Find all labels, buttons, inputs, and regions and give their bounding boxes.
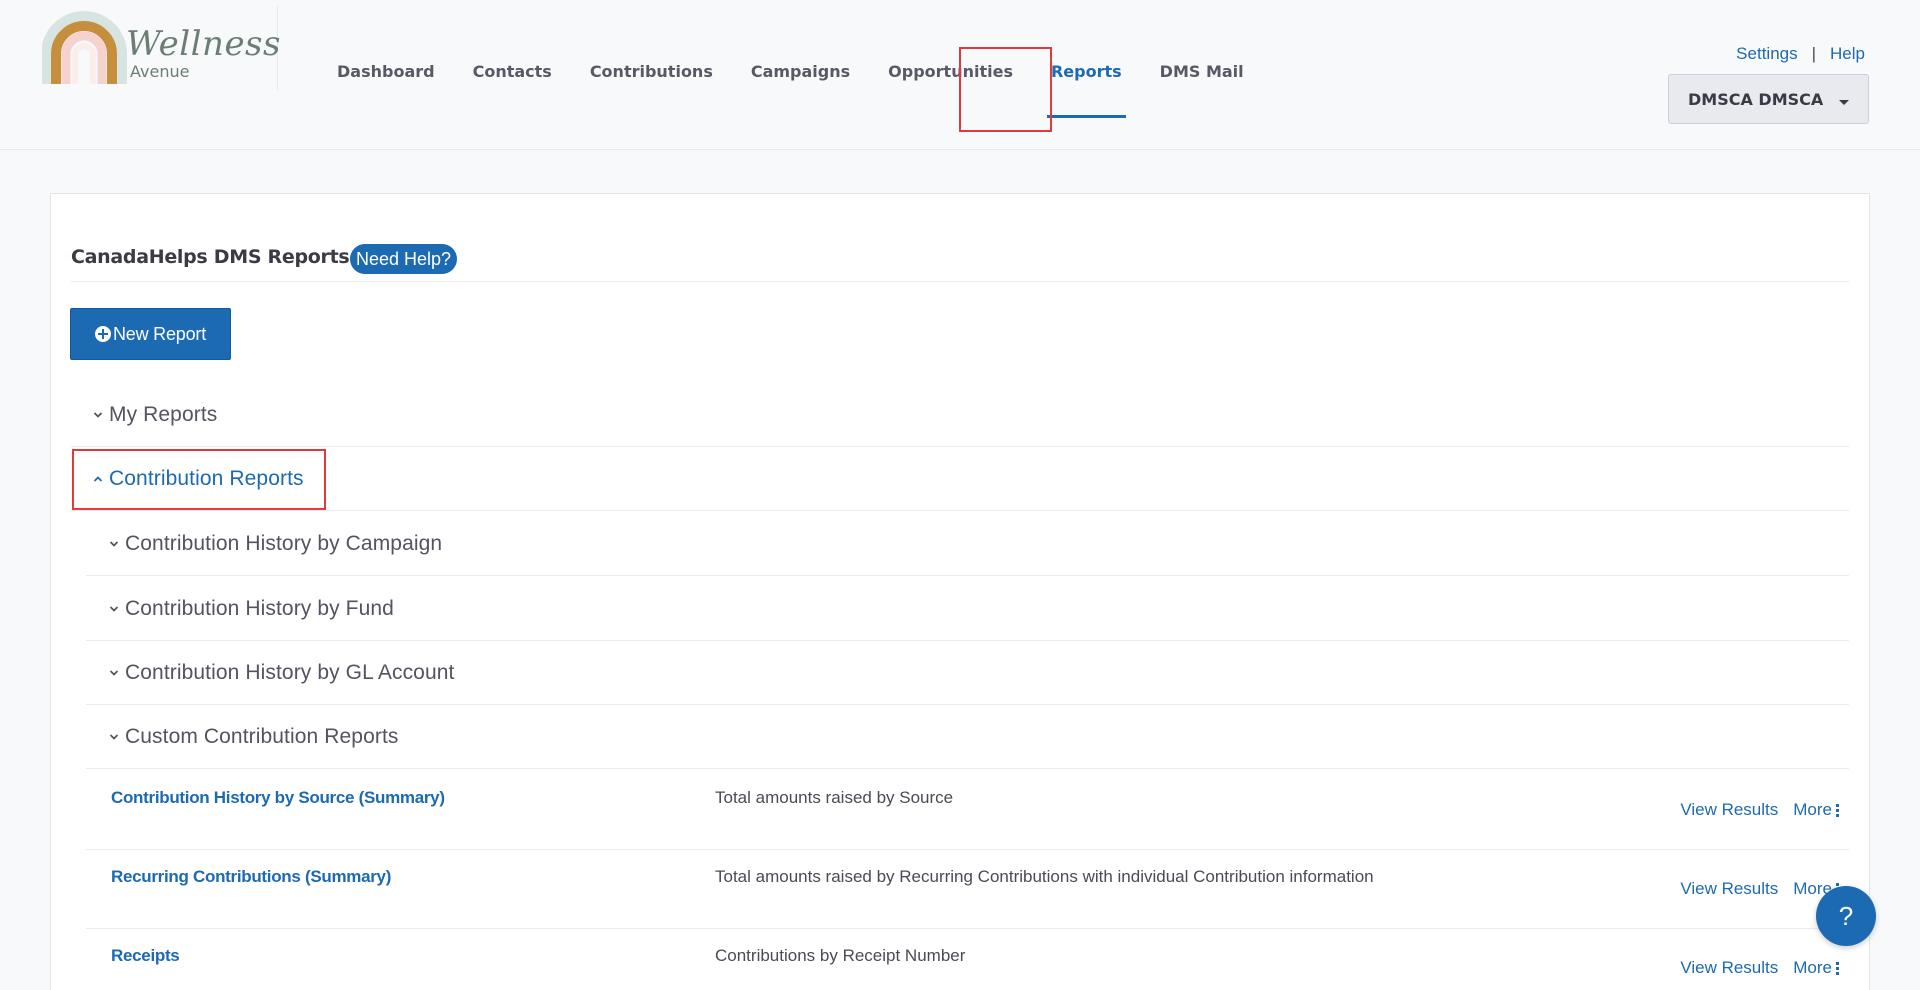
rainbow-logo-icon xyxy=(42,11,127,84)
nav-dashboard[interactable]: Dashboard xyxy=(318,62,454,82)
reports-highlight-box xyxy=(959,47,1052,132)
chevron-down-icon xyxy=(109,540,119,548)
chevron-down-icon xyxy=(93,411,103,419)
help-link[interactable]: Help xyxy=(1830,44,1865,64)
brand-logo[interactable]: Wellness Avenue xyxy=(42,6,281,90)
new-report-button[interactable]: New Report xyxy=(70,308,231,360)
subsection-label: Custom Contribution Reports xyxy=(125,724,399,748)
more-link[interactable]: More xyxy=(1793,800,1832,820)
chevron-down-icon xyxy=(109,733,119,741)
subsection-custom-contribution-reports[interactable]: Custom Contribution Reports xyxy=(86,705,1849,769)
nav-dms-mail[interactable]: DMS Mail xyxy=(1141,62,1263,82)
top-header: Wellness Avenue Dashboard Contacts Contr… xyxy=(0,0,1920,150)
section-label: My Reports xyxy=(109,402,218,426)
subsection-label: Contribution History by Fund xyxy=(125,596,394,620)
report-row: Contribution History by Source (Summary)… xyxy=(86,770,1849,850)
view-results-link[interactable]: View Results xyxy=(1680,800,1778,820)
report-link[interactable]: Receipts xyxy=(111,946,180,966)
report-description: Total amounts raised by Source xyxy=(715,788,954,807)
settings-link[interactable]: Settings xyxy=(1736,44,1797,64)
report-actions: View Results More xyxy=(1680,879,1839,899)
chevron-down-icon xyxy=(109,605,119,613)
section-my-reports[interactable]: My Reports xyxy=(71,383,1849,447)
plus-circle-icon xyxy=(94,326,111,342)
report-actions: View Results More xyxy=(1680,958,1839,978)
section-contribution-reports[interactable]: Contribution Reports xyxy=(71,447,1849,511)
report-link[interactable]: Recurring Contributions (Summary) xyxy=(111,867,391,887)
contribution-reports-highlight-box xyxy=(72,449,326,510)
user-name: DMSCA DMSCA xyxy=(1688,89,1824,109)
report-row: Recurring Contributions (Summary) Total … xyxy=(86,849,1849,929)
report-actions: View Results More xyxy=(1680,800,1839,820)
nav-campaigns[interactable]: Campaigns xyxy=(732,62,869,82)
nav-contributions[interactable]: Contributions xyxy=(571,62,732,82)
view-results-link[interactable]: View Results xyxy=(1680,879,1778,899)
kebab-menu-icon[interactable] xyxy=(1836,961,1839,976)
report-row: Receipts Contributions by Receipt Number… xyxy=(86,928,1849,990)
subsection-label: Contribution History by GL Account xyxy=(125,660,455,684)
kebab-menu-icon[interactable] xyxy=(1836,803,1839,818)
help-question-button[interactable]: ? xyxy=(1816,886,1876,946)
nav-contacts[interactable]: Contacts xyxy=(454,62,571,82)
need-help-button[interactable]: Need Help? xyxy=(350,244,458,274)
user-menu-button[interactable]: DMSCA DMSCA xyxy=(1668,74,1869,124)
reports-card: CanadaHelps DMS Reports Need Help? New R… xyxy=(50,193,1870,990)
caret-down-icon xyxy=(1839,99,1850,105)
subsection-label: Contribution History by Campaign xyxy=(125,531,443,555)
new-report-label: New Report xyxy=(112,323,207,344)
subsection-history-by-gl-account[interactable]: Contribution History by GL Account xyxy=(86,641,1849,705)
brand-name: Wellness xyxy=(126,24,281,64)
page-title: CanadaHelps DMS Reports xyxy=(71,246,350,268)
view-results-link[interactable]: View Results xyxy=(1680,958,1778,978)
subsection-history-by-fund[interactable]: Contribution History by Fund xyxy=(86,577,1849,641)
report-description: Total amounts raised by Recurring Contri… xyxy=(715,867,1374,886)
report-description: Contributions by Receipt Number xyxy=(715,946,966,965)
top-links: Settings | Help xyxy=(1736,44,1865,64)
main-nav: Dashboard Contacts Contributions Campaig… xyxy=(318,62,1263,118)
link-separator: | xyxy=(1811,44,1817,63)
report-link[interactable]: Contribution History by Source (Summary) xyxy=(111,788,445,808)
subsection-history-by-campaign[interactable]: Contribution History by Campaign xyxy=(86,512,1849,576)
more-link[interactable]: More xyxy=(1793,958,1832,978)
title-divider xyxy=(71,281,1849,282)
brand-sub: Avenue xyxy=(130,62,190,81)
chevron-down-icon xyxy=(109,669,119,677)
